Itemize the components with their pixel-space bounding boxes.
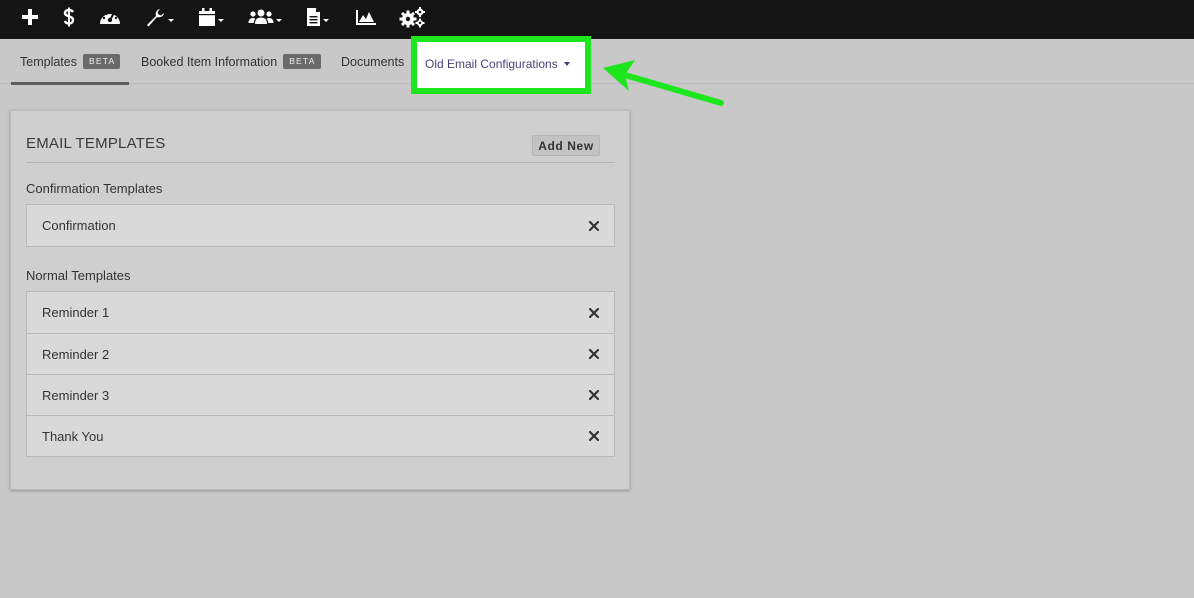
panel-title: EMAIL TEMPLATES bbox=[26, 135, 166, 152]
template-name: Reminder 2 bbox=[42, 346, 110, 362]
tab-label: Booked Item Information bbox=[141, 54, 278, 69]
list-item[interactable]: Confirmation bbox=[27, 205, 614, 246]
tab-templates[interactable]: Templates BETA bbox=[20, 39, 121, 84]
tab-documents[interactable]: Documents bbox=[341, 39, 404, 84]
tab-label: Documents bbox=[341, 54, 405, 69]
template-name: Reminder 3 bbox=[42, 387, 110, 403]
email-templates-panel: EMAIL TEMPLATES Add New Confirmation Tem… bbox=[10, 110, 630, 490]
calendar-icon[interactable] bbox=[198, 0, 224, 34]
section-heading-confirmation: Confirmation Templates bbox=[26, 181, 163, 196]
section-heading-normal: Normal Templates bbox=[26, 268, 131, 283]
wrench-icon[interactable] bbox=[144, 0, 174, 34]
chevron-down-icon bbox=[218, 18, 224, 22]
dashboard-icon[interactable] bbox=[98, 0, 122, 34]
chevron-down-icon bbox=[168, 18, 174, 22]
template-name: Reminder 1 bbox=[42, 305, 110, 320]
add-new-button[interactable]: Add New bbox=[532, 135, 600, 156]
divider bbox=[26, 162, 615, 163]
normal-templates-list: Reminder 1 Reminder 2 Reminder 3 Thank Y… bbox=[26, 291, 615, 457]
close-icon[interactable] bbox=[587, 388, 601, 402]
beta-badge: BETA bbox=[283, 54, 321, 69]
list-item[interactable]: Reminder 2 bbox=[27, 333, 614, 374]
chevron-down-icon bbox=[563, 61, 570, 66]
close-icon[interactable] bbox=[587, 306, 601, 320]
close-icon[interactable] bbox=[587, 429, 601, 443]
plus-icon[interactable] bbox=[21, 0, 39, 34]
tabs-bar: Templates BETA Booked Item Information B… bbox=[0, 39, 1194, 85]
list-item[interactable]: Reminder 3 bbox=[27, 374, 614, 415]
beta-badge: BETA bbox=[82, 54, 121, 69]
close-icon[interactable] bbox=[587, 219, 601, 233]
template-name: Confirmation bbox=[42, 218, 116, 233]
tab-label: Templates bbox=[20, 54, 77, 69]
chevron-down-icon bbox=[323, 18, 329, 22]
users-icon[interactable] bbox=[248, 0, 282, 34]
document-icon[interactable] bbox=[306, 0, 329, 34]
active-tab-indicator bbox=[11, 82, 129, 85]
list-item[interactable]: Thank You bbox=[27, 415, 614, 456]
list-item[interactable]: Reminder 1 bbox=[27, 292, 614, 333]
top-toolbar bbox=[0, 0, 1194, 39]
tab-label: Old Email Configurations bbox=[425, 56, 558, 71]
gears-icon[interactable] bbox=[399, 0, 427, 34]
tab-old-email-configurations[interactable]: Old Email Configurations bbox=[425, 41, 570, 86]
confirmation-templates-list: Confirmation bbox=[26, 204, 615, 247]
dollar-icon[interactable] bbox=[63, 0, 75, 34]
area-chart-icon[interactable] bbox=[355, 0, 377, 34]
chevron-down-icon bbox=[276, 18, 282, 22]
tab-booked-item-information[interactable]: Booked Item Information BETA bbox=[141, 39, 321, 84]
close-icon[interactable] bbox=[587, 347, 601, 361]
template-name: Thank You bbox=[42, 428, 104, 444]
